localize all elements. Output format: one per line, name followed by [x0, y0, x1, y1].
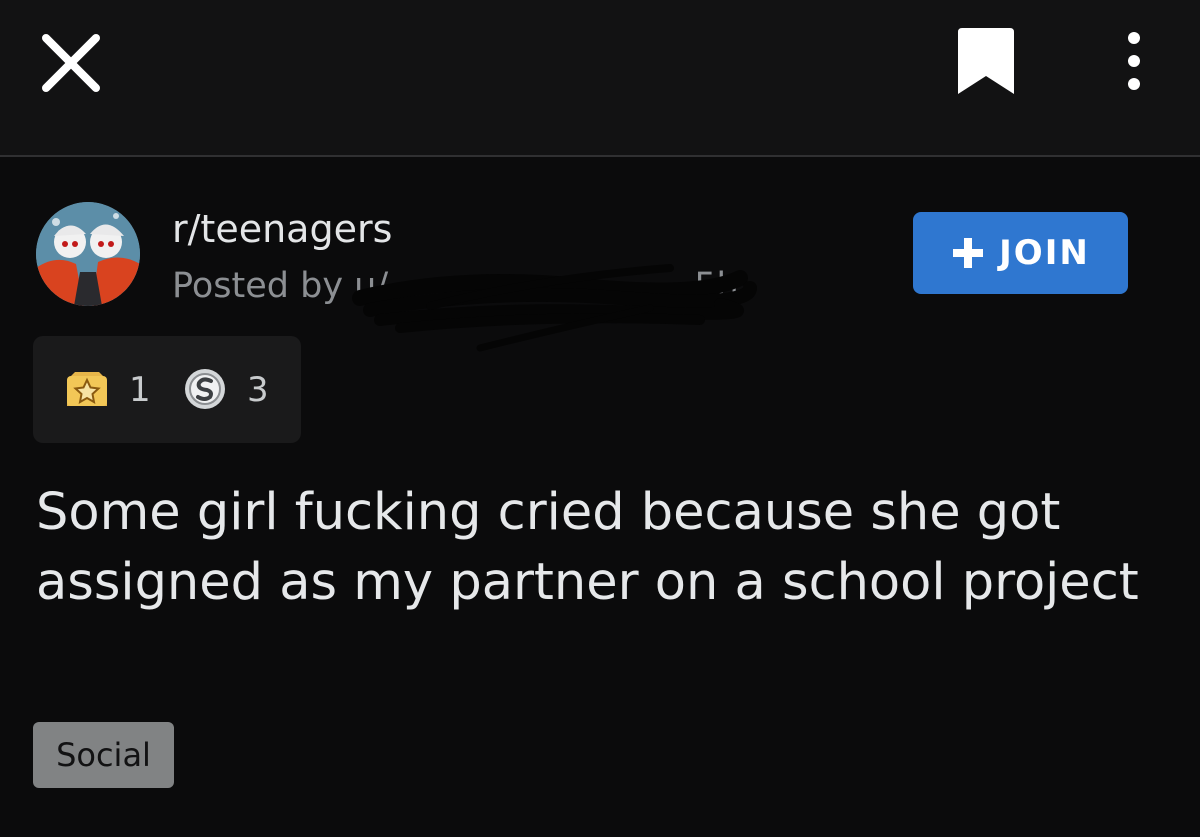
- subreddit-name[interactable]: r/teenagers: [172, 205, 392, 253]
- subreddit-avatar[interactable]: [36, 202, 140, 306]
- bookmark-icon: [958, 28, 1014, 94]
- post-flair[interactable]: Social: [33, 722, 174, 788]
- redaction-scribble: [352, 264, 757, 352]
- join-button[interactable]: JOIN: [913, 212, 1128, 294]
- more-options-button[interactable]: [1112, 26, 1156, 96]
- plus-icon: [951, 236, 985, 270]
- more-vertical-icon: [1128, 32, 1140, 90]
- post-title: Some girl fucking cried because she got …: [36, 483, 1139, 612]
- silver-award-count: 3: [247, 370, 269, 410]
- star-award-icon: [63, 366, 111, 414]
- join-label: JOIN: [999, 233, 1090, 273]
- top-bar: [0, 0, 1200, 156]
- awards-bar[interactable]: 1 3: [33, 336, 301, 443]
- star-award-count: 1: [129, 370, 151, 410]
- close-icon: [42, 34, 100, 92]
- bookmark-button[interactable]: [950, 26, 1020, 98]
- close-button[interactable]: [38, 30, 104, 96]
- silver-award-icon: [183, 367, 227, 411]
- subreddit-avatar-image: [36, 202, 140, 306]
- header-divider: [0, 155, 1200, 157]
